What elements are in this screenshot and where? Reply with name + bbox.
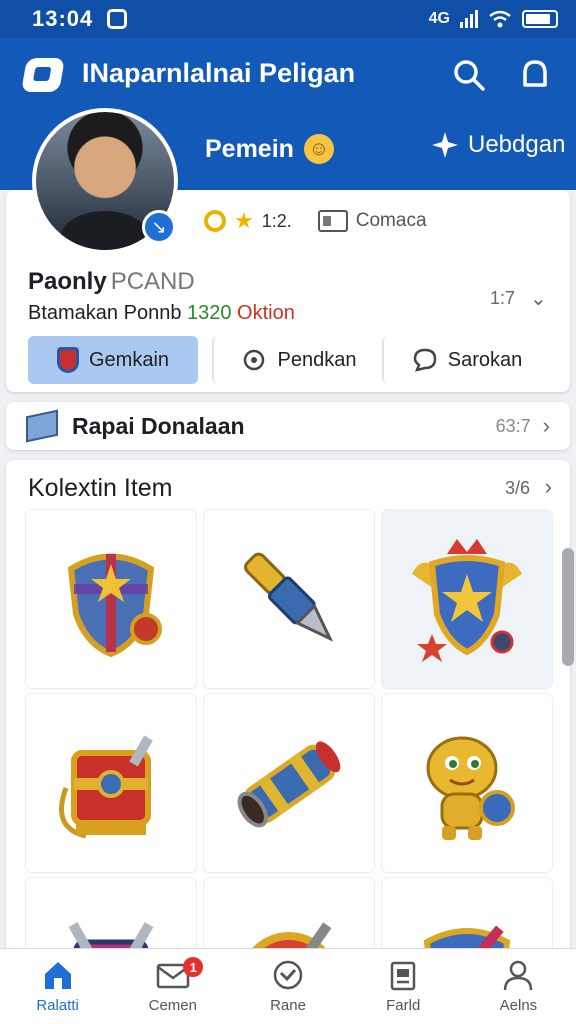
- app-title: INaparnlalnai Peligan: [82, 58, 356, 88]
- coin-icon: [204, 210, 226, 232]
- notification-badge: 1: [183, 957, 204, 977]
- bullet-icon: [244, 552, 334, 642]
- player-label: Pemein ☺: [205, 134, 334, 164]
- home-icon: [44, 962, 71, 989]
- nav-item-home[interactable]: Ralatti: [0, 949, 115, 1024]
- item-tile-golden-creature[interactable]: [382, 694, 552, 872]
- wifi-icon: [489, 10, 511, 28]
- id-card-icon: [317, 210, 348, 232]
- avatar[interactable]: ↘: [32, 108, 178, 254]
- level-stat: 1:2.: [261, 210, 292, 231]
- app-logo-icon: [21, 58, 65, 92]
- item-tile-shield-crossed-swords[interactable]: [26, 510, 196, 688]
- comaca-label: Comaca: [355, 210, 427, 231]
- gemkain-button[interactable]: Gemkain: [28, 336, 198, 384]
- shield-icon: [67, 553, 162, 658]
- crest-icon: [412, 539, 522, 662]
- verified-badge-icon: ↘: [142, 210, 176, 244]
- profile-count: 1:7: [490, 288, 516, 308]
- item-tile-treasure-chest[interactable]: [26, 694, 196, 872]
- box-icon: [26, 409, 58, 443]
- rapai-label: Rapai Donalaan: [72, 412, 245, 439]
- battery-icon: [522, 10, 558, 28]
- signal-icon: [460, 10, 478, 28]
- item-tile-cannon[interactable]: [204, 694, 374, 872]
- player-name: Paonly PCAND: [28, 268, 195, 295]
- player-code: PCAND: [110, 268, 195, 295]
- profile-actions: Gemkain Pendkan Sarokan: [28, 336, 550, 384]
- collection-count: 3/6: [504, 478, 530, 498]
- profile-stats: ★ 1:2. Comaca: [204, 208, 427, 234]
- smiley-icon: ☺: [303, 134, 334, 164]
- item-tile-rocket-bullet[interactable]: [204, 510, 374, 688]
- creature-icon: [426, 736, 515, 840]
- chevron-right-icon[interactable]: ›: [545, 474, 552, 500]
- nav-item-rane[interactable]: Rane: [230, 949, 345, 1024]
- notification-icon: [107, 9, 128, 29]
- sarokan-button[interactable]: Sarokan: [382, 336, 550, 384]
- chevron-right-icon: ›: [542, 413, 550, 438]
- cannon-icon: [237, 741, 341, 828]
- star-icon: ★: [234, 208, 254, 233]
- check-circle-icon: [273, 960, 303, 990]
- user-icon: [504, 960, 533, 991]
- bottom-nav: Ralatti 1 Cemen Rane Farld Aelns: [0, 948, 576, 1024]
- update-button[interactable]: Uebdgan: [430, 130, 565, 160]
- sparkle-star-icon: [432, 132, 458, 158]
- scrollbar-thumb[interactable]: [562, 548, 574, 666]
- rapai-count: 63:7: [495, 415, 531, 436]
- bell-icon[interactable]: [518, 58, 552, 92]
- collection-title: Kolextin Item: [28, 474, 173, 502]
- item-tile-winged-crest[interactable]: [382, 510, 552, 688]
- clock-time: 13:04: [32, 6, 94, 31]
- search-icon[interactable]: [452, 58, 486, 92]
- clipboard-icon: [390, 961, 416, 991]
- chest-icon: [59, 735, 153, 839]
- network-label: 4G: [428, 10, 450, 27]
- player-subtitle: Btamakan Ponnb 1320 Oktion: [28, 302, 295, 324]
- nav-item-farld[interactable]: Farld: [346, 949, 461, 1024]
- chevron-down-icon[interactable]: ⌄: [530, 286, 547, 311]
- pendkan-button[interactable]: Pendkan: [212, 336, 382, 384]
- chat-bubble-icon: [413, 348, 437, 372]
- rapai-row[interactable]: Rapai Donalaan 63:7 ›: [6, 402, 570, 450]
- gear-hand-icon: [243, 349, 264, 371]
- nav-item-mail[interactable]: 1 Cemen: [115, 949, 230, 1024]
- nav-item-profile[interactable]: Aelns: [461, 949, 576, 1024]
- shield-icon: [56, 347, 79, 373]
- status-bar: 13:04 4G: [0, 0, 576, 38]
